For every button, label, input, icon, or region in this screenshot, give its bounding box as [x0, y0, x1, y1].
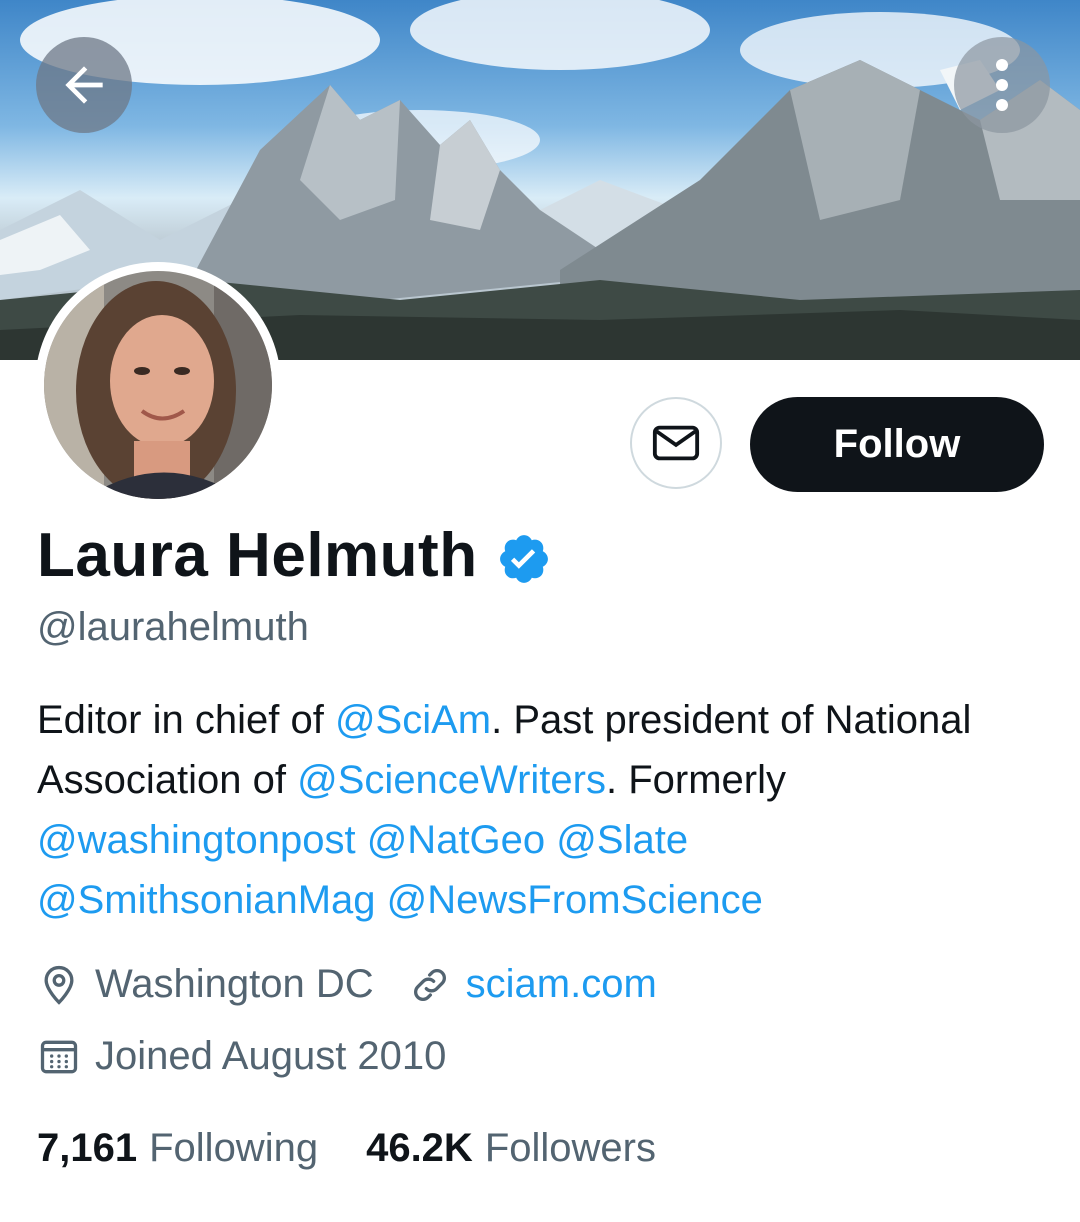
- arrow-left-icon: [65, 66, 103, 104]
- following-label: Following: [149, 1126, 319, 1170]
- joined-text: Joined August 2010: [95, 1034, 447, 1078]
- bio-text: Editor in chief of: [37, 698, 335, 742]
- verified-badge-icon: [499, 534, 548, 583]
- mention-link[interactable]: @SciAm: [335, 698, 491, 742]
- more-options-button[interactable]: [954, 37, 1050, 133]
- follow-button[interactable]: Follow: [750, 397, 1044, 492]
- bio-text: . Formerly: [605, 758, 786, 802]
- bio-text: [545, 818, 556, 862]
- profile-bio: Editor in chief of @SciAm. Past presiden…: [37, 690, 1047, 930]
- back-button[interactable]: [36, 37, 132, 133]
- mention-link[interactable]: @ScienceWriters: [297, 758, 606, 802]
- profile-meta-row: Washington DC sciam.com: [37, 962, 657, 1007]
- calendar-icon: [40, 1040, 78, 1073]
- website-item[interactable]: sciam.com: [408, 962, 657, 1007]
- following-stat[interactable]: 7,161 Following: [37, 1126, 318, 1171]
- mention-link[interactable]: @washingtonpost: [37, 818, 356, 862]
- message-button[interactable]: [630, 397, 722, 489]
- followers-label: Followers: [484, 1126, 656, 1170]
- avatar-photo: [44, 271, 272, 499]
- bio-text: [356, 818, 367, 862]
- profile-name-row: Laura Helmuth: [37, 520, 552, 591]
- followers-stat[interactable]: 46.2K Followers: [366, 1126, 656, 1171]
- profile-handle: @laurahelmuth: [37, 605, 309, 649]
- avatar[interactable]: [35, 262, 281, 508]
- joined-row: Joined August 2010: [37, 1034, 446, 1079]
- more-vertical-icon: [996, 59, 1008, 111]
- following-count: 7,161: [37, 1126, 138, 1170]
- followers-count: 46.2K: [366, 1126, 473, 1170]
- mention-link[interactable]: @SmithsonianMag: [37, 878, 376, 922]
- mention-link[interactable]: @NatGeo: [367, 818, 545, 862]
- profile-name: Laura Helmuth: [37, 521, 478, 590]
- envelope-icon: [652, 425, 700, 461]
- bio-text: [376, 878, 387, 922]
- location-text: Washington DC: [95, 962, 374, 1006]
- location-pin-icon: [44, 965, 74, 1005]
- profile-stats: 7,161 Following 46.2K Followers: [37, 1126, 656, 1171]
- mention-link[interactable]: @Slate: [556, 818, 688, 862]
- link-icon: [413, 968, 446, 1001]
- mention-link[interactable]: @NewsFromScience: [387, 878, 763, 922]
- location-item: Washington DC: [37, 962, 374, 1007]
- website-link[interactable]: sciam.com: [466, 962, 657, 1007]
